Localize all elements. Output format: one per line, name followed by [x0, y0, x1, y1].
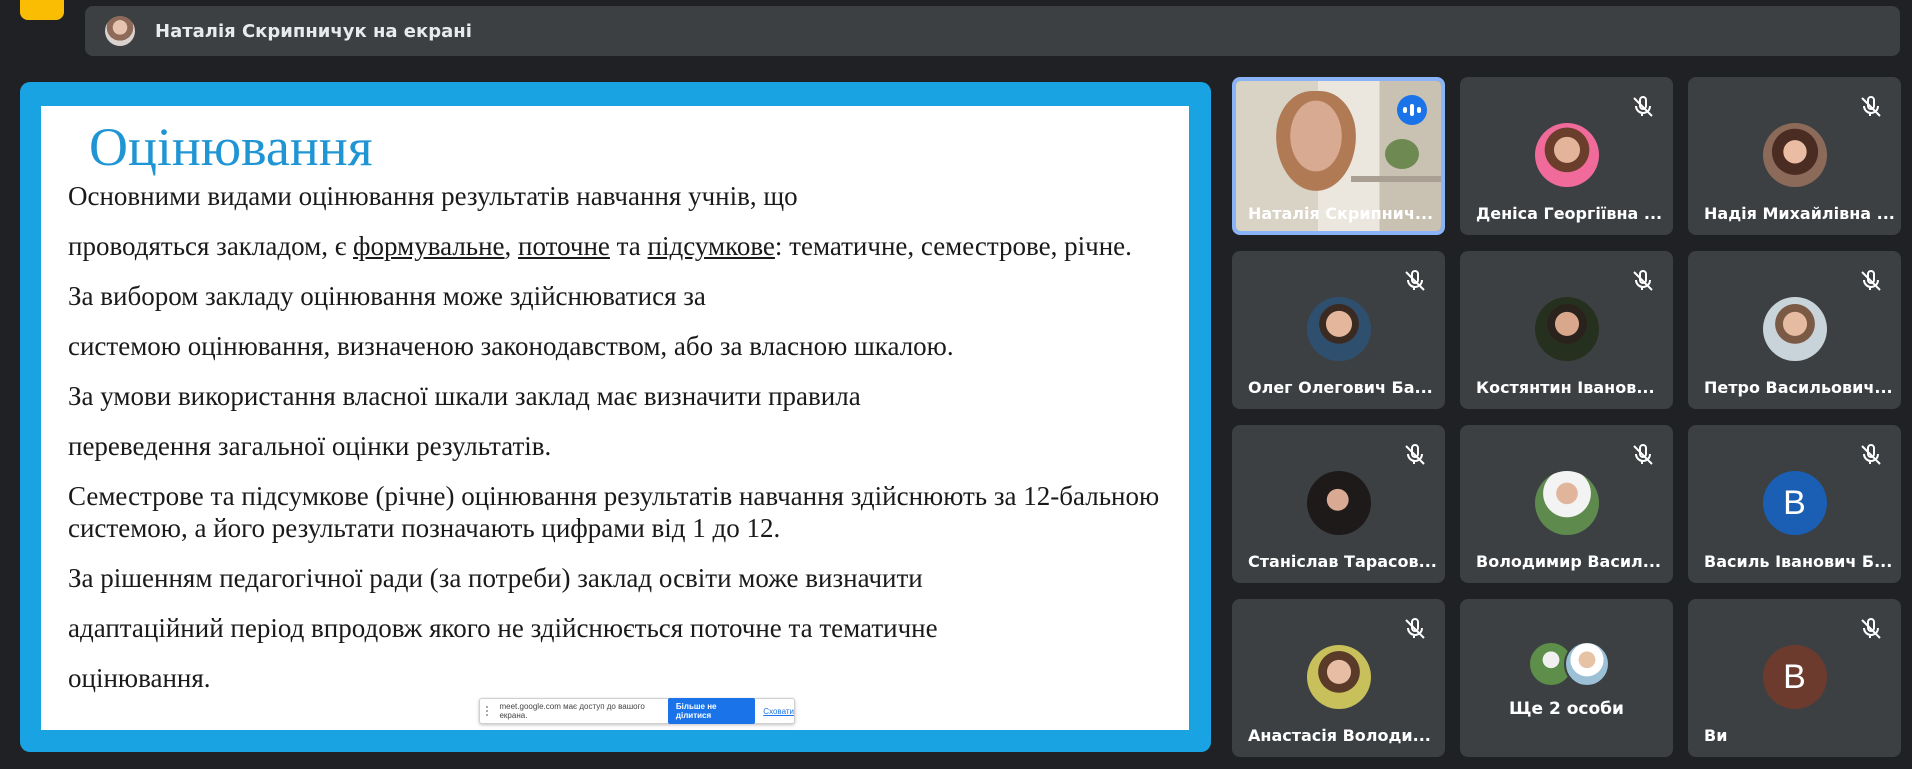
- activities-button[interactable]: [20, 0, 64, 20]
- more-participants-label: Ще 2 особи: [1509, 699, 1624, 719]
- self-name: Ви: [1704, 726, 1728, 745]
- slide-paragraph: За умови використання власної шкали закл…: [68, 381, 861, 411]
- participant-avatar: [1306, 645, 1371, 709]
- mic-off-icon: [1861, 270, 1881, 291]
- participant-avatar: [1534, 297, 1599, 361]
- presentation-stage: Оцінювання Основними видами оцінювання р…: [20, 82, 1211, 752]
- participant-avatar: [1762, 123, 1827, 187]
- participant-avatar: [1306, 297, 1371, 361]
- shared-slide: Оцінювання Основними видами оцінювання р…: [41, 106, 1189, 730]
- slide-paragraph: За рішенням педагогічної ради (за потреб…: [68, 563, 923, 593]
- participant-avatar: В: [1762, 471, 1827, 535]
- presenter-avatar: [105, 16, 135, 46]
- participant-name: Станіслав Тарасов...: [1248, 552, 1437, 571]
- presenter-bar: Наталія Скрипничук на екрані: [85, 6, 1900, 56]
- speaking-indicator-icon: [1397, 95, 1427, 125]
- presenter-label: Наталія Скрипничук на екрані: [155, 20, 472, 42]
- participant-name: Деніса Георгіївна ...: [1476, 204, 1663, 223]
- slide-paragraph: переведення загальної оцінки результатів…: [68, 431, 552, 461]
- participant-tile[interactable]: Деніса Георгіївна ...: [1460, 77, 1673, 235]
- slide-paragraph: Основними видами оцінювання результатів …: [68, 181, 798, 211]
- participant-tile[interactable]: Олег Олегович Ба...: [1232, 251, 1445, 409]
- slide-text: ,: [504, 231, 519, 261]
- mic-off-icon: [1405, 444, 1425, 465]
- drag-handle-icon[interactable]: [486, 706, 493, 716]
- slide-paragraph: адаптаційний період впродовж якого не зд…: [68, 613, 938, 643]
- participant-tile[interactable]: Петро Васильович...: [1688, 251, 1901, 409]
- mic-off-icon: [1861, 96, 1881, 117]
- more-participants-avatars: [1528, 641, 1614, 687]
- slide-text: : тематичне, семестрове, річне.: [774, 231, 1132, 261]
- mic-off-icon: [1405, 270, 1425, 291]
- more-participants-tile[interactable]: Ще 2 особи: [1460, 599, 1673, 757]
- screen-share-notice: meet.google.com має доступ до вашого екр…: [479, 698, 795, 724]
- hide-notice-link[interactable]: Сховати: [763, 707, 794, 716]
- participant-name: Володимир Васил...: [1476, 552, 1661, 571]
- participant-tile[interactable]: Станіслав Тарасов...: [1232, 425, 1445, 583]
- slide-text-underlined: поточне: [518, 231, 610, 261]
- participant-name: Анастасія Володи...: [1248, 726, 1431, 745]
- participant-tile[interactable]: Володимир Васил...: [1460, 425, 1673, 583]
- slide-text-underlined: формувальне: [353, 231, 505, 261]
- mic-off-icon: [1861, 444, 1881, 465]
- slide-body: Основними видами оцінювання результатів …: [68, 180, 1168, 694]
- participant-avatar: [1534, 471, 1599, 535]
- slide-paragraph: оцінювання.: [68, 663, 211, 693]
- slide-paragraph: Семестрове та підсумкове (річне) оцінюва…: [68, 481, 1160, 543]
- participant-name: Наталія Скрипнич...: [1248, 204, 1434, 223]
- share-notice-text: meet.google.com має доступ до вашого екр…: [499, 702, 645, 720]
- participant-name: Костянтин Іванов...: [1476, 378, 1655, 397]
- slide-paragraph: проводяться закладом, є формувальне, пот…: [68, 230, 1168, 262]
- slide-text: та: [609, 231, 648, 261]
- participant-name: Олег Олегович Ба...: [1248, 378, 1433, 397]
- self-tile[interactable]: В Ви: [1688, 599, 1901, 757]
- participant-name: Петро Васильович...: [1704, 378, 1893, 397]
- mic-off-icon: [1633, 270, 1653, 291]
- participant-avatar: [1306, 471, 1371, 535]
- participant-avatar: [1762, 297, 1827, 361]
- slide-paragraph: За вибором закладу оцінювання може здійс…: [68, 281, 706, 311]
- mic-off-icon: [1633, 444, 1653, 465]
- participant-tile[interactable]: Наталія Скрипнич...: [1232, 77, 1445, 235]
- participant-tile[interactable]: Надія Михайлівна ...: [1688, 77, 1901, 235]
- mic-off-icon: [1405, 618, 1425, 639]
- participant-avatar: [1534, 123, 1599, 187]
- slide-text: проводяться закладом, є: [68, 231, 354, 261]
- self-avatar: В: [1762, 645, 1827, 709]
- participant-name: Надія Михайлівна ...: [1704, 204, 1894, 223]
- mic-off-icon: [1633, 96, 1653, 117]
- participant-tile[interactable]: Костянтин Іванов...: [1460, 251, 1673, 409]
- participant-tile[interactable]: Анастасія Володи...: [1232, 599, 1445, 757]
- slide-title: Оцінювання: [89, 117, 373, 177]
- slide-text-underlined: підсумкове: [647, 231, 775, 261]
- participant-name: Василь Іванович Б...: [1704, 552, 1893, 571]
- mic-off-icon: [1861, 618, 1881, 639]
- participant-tile[interactable]: В Василь Іванович Б...: [1688, 425, 1901, 583]
- stop-sharing-button[interactable]: Більше не ділитися: [667, 698, 756, 724]
- slide-paragraph: системою оцінювання, визначеною законода…: [68, 331, 954, 361]
